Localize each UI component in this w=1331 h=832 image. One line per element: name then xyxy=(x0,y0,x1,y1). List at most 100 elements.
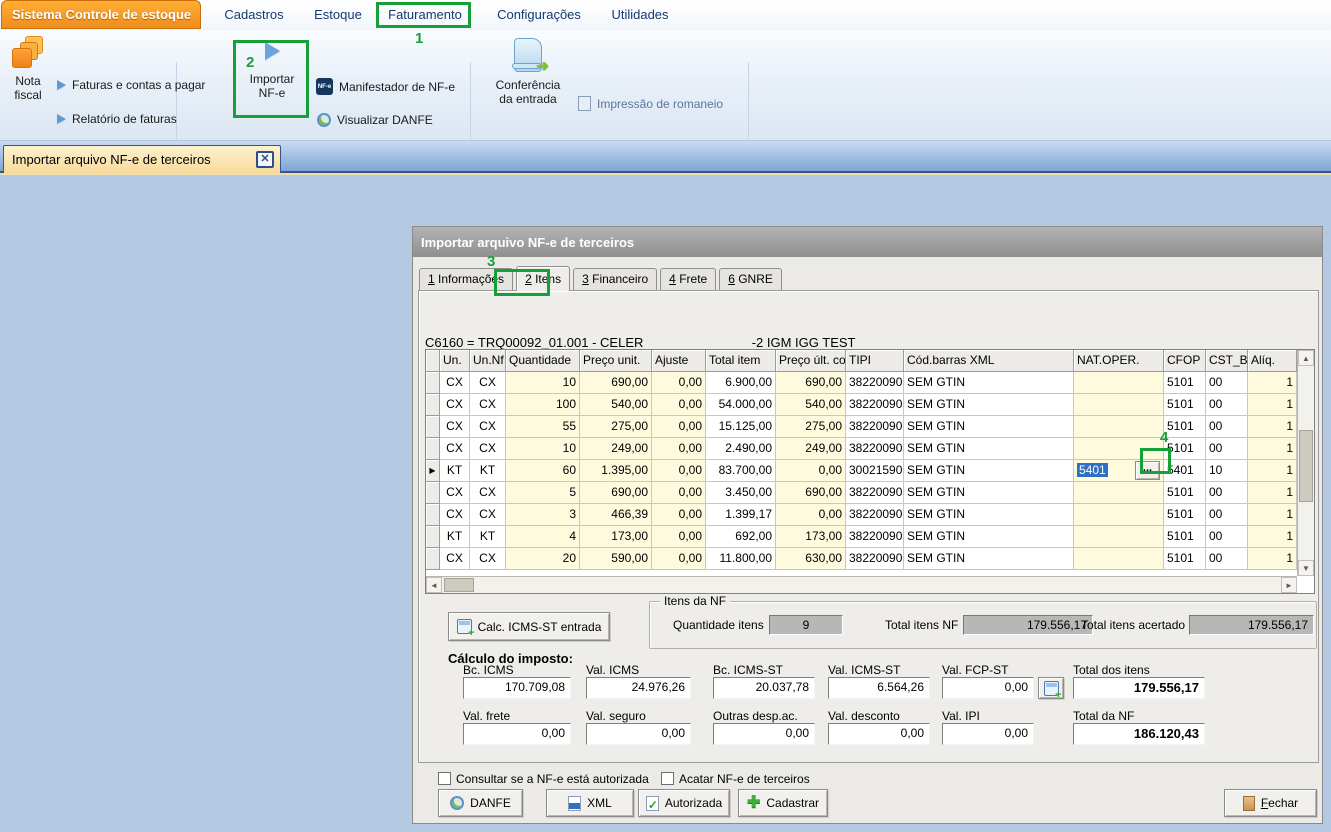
nota-fiscal-button[interactable]: Nota fiscal xyxy=(2,36,54,102)
grid-cell[interactable] xyxy=(1074,438,1164,460)
grid-cell[interactable]: CX xyxy=(470,482,506,504)
grid-cell[interactable]: 11.800,00 xyxy=(706,548,776,570)
grid-row[interactable]: CXCX20590,000,0011.800,00630,0038220090S… xyxy=(426,548,1314,570)
grid-cell[interactable]: 2.490,00 xyxy=(706,438,776,460)
grid-cell[interactable]: CX xyxy=(470,548,506,570)
tab-informacoes[interactable]: 1 Informações xyxy=(419,268,513,290)
tab-frete[interactable]: 4 Frete xyxy=(660,268,716,290)
menu-tab-faturamento[interactable]: Faturamento xyxy=(380,0,470,29)
grid-cell[interactable]: 690,00 xyxy=(580,372,652,394)
grid-cell[interactable]: SEM GTIN xyxy=(904,438,1074,460)
grid-cell[interactable]: CX xyxy=(440,548,470,570)
tax-field-value[interactable]: 0,00 xyxy=(942,723,1034,745)
grid-cell[interactable]: 1 xyxy=(1248,372,1297,394)
fechar-button[interactable]: Fechar xyxy=(1224,789,1317,817)
grid-cell[interactable]: 38220090 xyxy=(846,394,904,416)
grid-cell[interactable]: 1 xyxy=(1248,416,1297,438)
grid-row[interactable]: CXCX10690,000,006.900,00690,0038220090SE… xyxy=(426,372,1314,394)
conferencia-entrada-button[interactable]: ➜ Conferência da entrada xyxy=(488,38,568,106)
tab-itens[interactable]: 2 Itens xyxy=(516,266,570,291)
grid-cell[interactable]: CX xyxy=(440,438,470,460)
grid-cell[interactable]: 00 xyxy=(1206,504,1248,526)
grid-cell[interactable]: 38220090 xyxy=(846,372,904,394)
close-icon[interactable]: ✕ xyxy=(256,151,274,168)
grid-cell[interactable]: 5101 xyxy=(1164,438,1206,460)
importar-nfe-button[interactable]: Importar NF-e xyxy=(238,42,306,100)
grid-cell[interactable]: 0,00 xyxy=(652,438,706,460)
grid-cell[interactable]: 466,39 xyxy=(580,504,652,526)
grid-cell[interactable]: 5401 xyxy=(1164,460,1206,482)
grid-cell[interactable]: 00 xyxy=(1206,438,1248,460)
tax-field-value[interactable]: 0,00 xyxy=(828,723,930,745)
grid-cell[interactable]: 692,00 xyxy=(706,526,776,548)
scroll-right-icon[interactable]: ► xyxy=(1281,577,1297,593)
tax-field-value[interactable]: 0,00 xyxy=(463,723,571,745)
grid-cell[interactable]: 5101 xyxy=(1164,482,1206,504)
visualizar-danfe-button[interactable]: Visualizar DANFE xyxy=(317,113,433,127)
grid-row[interactable]: CXCX100540,000,0054.000,00540,0038220090… xyxy=(426,394,1314,416)
tax-field-value[interactable]: 0,00 xyxy=(713,723,815,745)
grid-cell[interactable] xyxy=(1074,394,1164,416)
manifestador-nfe-button[interactable]: NF-e Manifestador de NF-e xyxy=(316,78,455,95)
cadastrar-button[interactable]: ✚ Cadastrar xyxy=(738,789,828,817)
grid-cell[interactable]: CX xyxy=(470,372,506,394)
grid-cell[interactable]: 5401... xyxy=(1074,460,1164,482)
grid-cell[interactable]: 0,00 xyxy=(652,394,706,416)
grid-vertical-scrollbar[interactable]: ▲ ▼ xyxy=(1297,350,1314,576)
grid-cell[interactable]: 38220090 xyxy=(846,482,904,504)
tab-gnre[interactable]: 6 GNRE xyxy=(719,268,782,290)
checkbox-icon[interactable] xyxy=(438,772,451,785)
grid-cell[interactable]: 0,00 xyxy=(652,548,706,570)
autorizada-button[interactable]: ✓ Autorizada xyxy=(638,789,730,817)
grid-cell[interactable]: 00 xyxy=(1206,416,1248,438)
grid-cell[interactable]: KT xyxy=(470,526,506,548)
grid-cell[interactable]: CX xyxy=(440,504,470,526)
tab-financeiro[interactable]: 3 Financeiro xyxy=(573,268,657,290)
grid-cell[interactable]: 5101 xyxy=(1164,548,1206,570)
grid-cell[interactable]: 1 xyxy=(1248,504,1297,526)
grid-cell[interactable]: CX xyxy=(440,416,470,438)
hscroll-thumb[interactable] xyxy=(444,578,474,592)
grid-cell[interactable]: 00 xyxy=(1206,394,1248,416)
grid-cell[interactable]: 83.700,00 xyxy=(706,460,776,482)
grid-cell[interactable]: 630,00 xyxy=(776,548,846,570)
grid-cell[interactable]: CX xyxy=(470,416,506,438)
grid-cell[interactable]: 5 xyxy=(506,482,580,504)
grid-cell[interactable]: 00 xyxy=(1206,372,1248,394)
grid-cell[interactable]: CX xyxy=(470,504,506,526)
grid-cell[interactable]: SEM GTIN xyxy=(904,460,1074,482)
tax-field-value[interactable]: 170.709,08 xyxy=(463,677,571,699)
tax-field-value[interactable]: 20.037,78 xyxy=(713,677,815,699)
grid-row[interactable]: CXCX10249,000,002.490,00249,0038220090SE… xyxy=(426,438,1314,460)
grid-cell[interactable]: 60 xyxy=(506,460,580,482)
scroll-left-icon[interactable]: ◄ xyxy=(426,577,442,593)
tax-field-value[interactable]: 6.564,26 xyxy=(828,677,930,699)
grid-cell[interactable]: CX xyxy=(440,372,470,394)
menu-tab-estoque[interactable]: Estoque xyxy=(303,0,373,29)
grid-cell[interactable]: 0,00 xyxy=(652,504,706,526)
grid-cell[interactable]: SEM GTIN xyxy=(904,526,1074,548)
grid-cell[interactable]: SEM GTIN xyxy=(904,394,1074,416)
grid-cell[interactable]: 30021590 xyxy=(846,460,904,482)
grid-cell[interactable]: 5101 xyxy=(1164,372,1206,394)
grid-cell[interactable]: SEM GTIN xyxy=(904,482,1074,504)
grid-cell[interactable]: 0,00 xyxy=(652,416,706,438)
grid-cell[interactable]: 690,00 xyxy=(776,372,846,394)
grid-cell[interactable]: SEM GTIN xyxy=(904,416,1074,438)
nat-oper-selected-value[interactable]: 5401 xyxy=(1077,463,1108,477)
grid-cell[interactable]: 173,00 xyxy=(776,526,846,548)
grid-cell[interactable] xyxy=(1074,416,1164,438)
grid-cell[interactable]: 5101 xyxy=(1164,394,1206,416)
grid-cell[interactable]: 173,00 xyxy=(580,526,652,548)
nat-oper-ellipsis-button[interactable]: ... xyxy=(1135,461,1160,480)
grid-cell[interactable]: 54.000,00 xyxy=(706,394,776,416)
tax-field-value[interactable]: 0,00 xyxy=(942,677,1034,699)
grid-cell[interactable]: 5101 xyxy=(1164,526,1206,548)
grid-cell[interactable]: 3.450,00 xyxy=(706,482,776,504)
grid-cell[interactable]: 249,00 xyxy=(776,438,846,460)
grid-cell[interactable]: 0,00 xyxy=(776,460,846,482)
grid-row[interactable]: ▶KTKT601.395,000,0083.700,000,0030021590… xyxy=(426,460,1314,482)
grid-cell[interactable]: 6.900,00 xyxy=(706,372,776,394)
grid-cell[interactable]: KT xyxy=(440,460,470,482)
xml-button[interactable]: XML xyxy=(546,789,634,817)
